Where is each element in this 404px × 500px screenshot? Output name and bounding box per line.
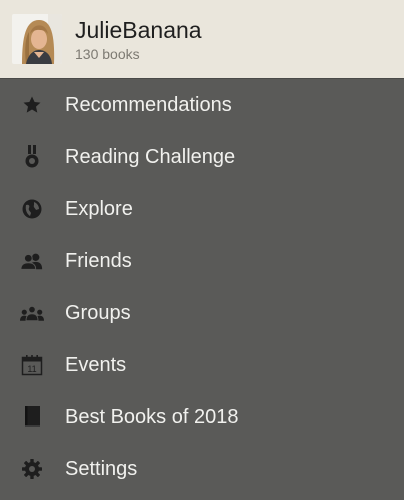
profile-header[interactable]: JulieBanana 130 books bbox=[0, 0, 404, 79]
groups-icon bbox=[20, 301, 44, 325]
menu-label: Events bbox=[65, 353, 127, 376]
menu-label: Best Books of 2018 bbox=[65, 405, 239, 428]
menu-label: Reading Challenge bbox=[65, 145, 236, 168]
menu-item-groups[interactable]: Groups bbox=[0, 287, 404, 339]
profile-text: JulieBanana 130 books bbox=[75, 16, 202, 63]
menu-item-recommendations[interactable]: Recommendations bbox=[0, 79, 404, 131]
menu-item-events[interactable]: 11 Events bbox=[0, 339, 404, 391]
medal-icon bbox=[20, 145, 44, 169]
star-icon bbox=[20, 93, 44, 117]
calendar-icon: 11 bbox=[20, 353, 44, 377]
drawer-menu: Recommendations Reading Challenge Explor… bbox=[0, 79, 404, 495]
calendar-day: 11 bbox=[27, 364, 36, 374]
menu-label: Groups bbox=[65, 301, 131, 324]
book-count: 130 books bbox=[75, 45, 140, 62]
navigation-drawer: JulieBanana 130 books Recommendations Re… bbox=[0, 0, 404, 500]
menu-item-settings[interactable]: Settings bbox=[0, 443, 404, 495]
globe-icon bbox=[20, 197, 44, 221]
menu-label: Friends bbox=[65, 249, 132, 272]
menu-label: Explore bbox=[65, 197, 133, 220]
menu-label: Settings bbox=[65, 457, 138, 480]
gear-icon bbox=[20, 457, 44, 481]
menu-item-friends[interactable]: Friends bbox=[0, 235, 404, 287]
menu-label: Recommendations bbox=[65, 93, 232, 116]
menu-item-best-books[interactable]: Best Books of 2018 bbox=[0, 391, 404, 443]
book-icon bbox=[20, 405, 44, 429]
menu-item-reading-challenge[interactable]: Reading Challenge bbox=[0, 131, 404, 183]
friends-icon bbox=[20, 249, 44, 273]
user-avatar[interactable] bbox=[12, 14, 62, 64]
username[interactable]: JulieBanana bbox=[75, 16, 202, 44]
menu-item-explore[interactable]: Explore bbox=[0, 183, 404, 235]
